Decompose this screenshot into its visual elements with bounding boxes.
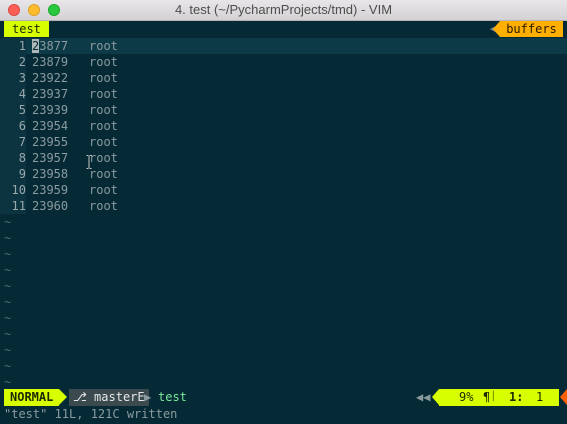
- tab-test[interactable]: test: [4, 21, 49, 37]
- git-branch-name: ⎇ master: [73, 390, 138, 404]
- editor-area[interactable]: 1 23877 root 2 23879 root 3 23922 root 4…: [0, 38, 567, 389]
- line-number: 9: [0, 166, 26, 182]
- tabline: test ◀ buffers: [0, 21, 567, 37]
- user-value: root: [89, 55, 118, 69]
- git-branch: ⎇ masterE: [69, 389, 149, 406]
- pilcrow-icon: ¶: [483, 390, 491, 404]
- user-value: root: [89, 135, 118, 149]
- pid-value: 23960: [32, 199, 69, 213]
- pid-rest: 3877: [39, 39, 69, 53]
- empty-line-marker: ~: [4, 311, 12, 325]
- empty-line-marker: ~: [4, 279, 12, 293]
- line-number: 7: [0, 134, 26, 150]
- user-value: root: [89, 199, 118, 213]
- status-filename: test: [158, 390, 187, 404]
- empty-line-marker: ~: [4, 327, 12, 341]
- pid-value: 23955: [32, 135, 69, 149]
- buffer-line[interactable]: 10 23959 root: [0, 182, 567, 198]
- user-value: root: [89, 87, 118, 101]
- pid-value: 23954: [32, 119, 69, 133]
- cursor-column: 1: [536, 390, 544, 404]
- line-number: 4: [0, 86, 26, 102]
- line-number: 2: [0, 54, 26, 70]
- file-percent: 9%: [459, 390, 474, 404]
- mode-indicator: NORMAL: [4, 389, 60, 406]
- window-title: 4. test (~/PycharmProjects/tmd) - VIM: [174, 2, 393, 17]
- empty-line-marker: ~: [4, 215, 12, 229]
- vim-window: 4. test (~/PycharmProjects/tmd) - VIM te…: [0, 0, 567, 424]
- buffer-line[interactable]: 1 23877 root: [0, 38, 567, 54]
- user-value: root: [89, 71, 118, 85]
- user-value: root: [89, 151, 118, 165]
- buffers-label: buffers: [493, 21, 563, 37]
- pid-value: 23922: [32, 71, 69, 85]
- pid-value: 23957: [32, 151, 69, 165]
- user-value: root: [89, 183, 118, 197]
- pid-value: 23939: [32, 103, 69, 117]
- empty-line-marker: ~: [4, 359, 12, 373]
- position-section: 9% ¶ ▏ 1: 1: [432, 389, 559, 406]
- line-number: 1: [0, 38, 26, 54]
- empty-line-marker: ~: [4, 343, 12, 357]
- user-value: root: [89, 103, 118, 117]
- line-number: 8: [0, 150, 26, 166]
- line-number: 6: [0, 118, 26, 134]
- buffer-line[interactable]: 7 23955 root: [0, 134, 567, 150]
- cursor-line: 1:: [509, 390, 524, 404]
- line-number: 10: [0, 182, 26, 198]
- buffer-line[interactable]: 3 23922 root: [0, 70, 567, 86]
- pid-value: 23959: [32, 183, 69, 197]
- pid-value: 23879: [32, 55, 69, 69]
- user-value: root: [89, 39, 118, 53]
- empty-line-marker: ~: [4, 295, 12, 309]
- line-number: 11: [0, 198, 26, 214]
- pid-value: 23958: [32, 167, 69, 181]
- mode-separator-icon: [59, 389, 67, 405]
- user-value: root: [89, 119, 118, 133]
- buffer-line[interactable]: 5 23939 root: [0, 102, 567, 118]
- command-line-message: "test" 11L, 121C written: [4, 407, 178, 421]
- pid-value: 23877: [32, 38, 68, 54]
- pid-value: 23937: [32, 87, 69, 101]
- empty-line-marker: ~: [4, 263, 12, 277]
- buffer-line[interactable]: 4 23937 root: [0, 86, 567, 102]
- status-right-arrows-icon: ◀◀: [416, 390, 431, 404]
- buffer-line[interactable]: 2 23879 root: [0, 54, 567, 70]
- buffer-line[interactable]: 11 23960 root: [0, 198, 567, 214]
- empty-line-marker: ~: [4, 247, 12, 261]
- buffer-line[interactable]: 6 23954 root: [0, 118, 567, 134]
- warning-indicator-icon: [560, 389, 567, 406]
- line-number: 3: [0, 70, 26, 86]
- status-line: NORMAL ⎇ masterE ▶ test ◀◀ 9% ¶ ▏ 1: 1: [0, 389, 567, 406]
- empty-line-marker: ~: [4, 375, 12, 389]
- line-number: 5: [0, 102, 26, 118]
- user-value: root: [89, 167, 118, 181]
- empty-line-marker: ~: [4, 231, 12, 245]
- position-separator-icon: ▏: [493, 392, 499, 402]
- mouse-ibeam-cursor-icon: [86, 155, 92, 169]
- title-bar: 4. test (~/PycharmProjects/tmd) - VIM: [0, 0, 567, 21]
- branch-separator-icon: ▶: [144, 390, 152, 404]
